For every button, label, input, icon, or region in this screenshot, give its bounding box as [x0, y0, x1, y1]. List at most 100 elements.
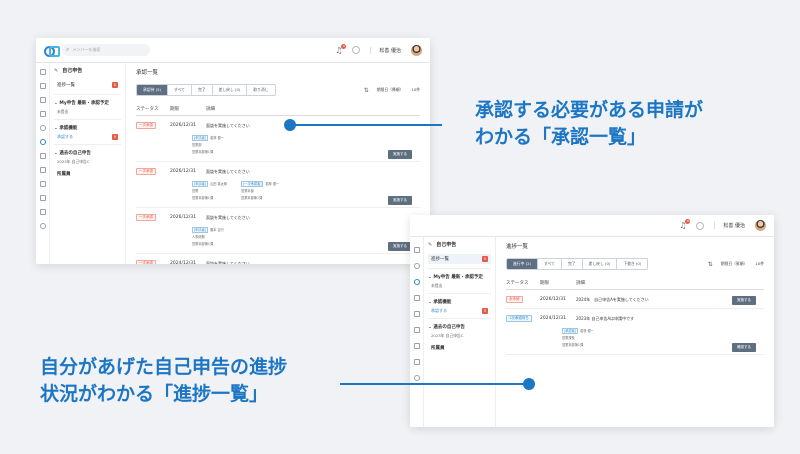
tab-all[interactable]: すべて [538, 259, 562, 269]
per-page-select[interactable]: 10件 [411, 87, 420, 93]
table-icon[interactable] [39, 167, 46, 173]
callout-line-bottom [340, 383, 530, 385]
users-icon[interactable] [413, 247, 420, 253]
help-icon[interactable] [696, 221, 705, 230]
table-icon[interactable] [413, 311, 420, 317]
tab-draft[interactable]: 下書き (0) [617, 259, 647, 269]
chat-icon[interactable] [39, 223, 46, 229]
self-report-icon[interactable] [413, 279, 420, 285]
edit-icon[interactable] [413, 343, 420, 349]
chevron-down-icon[interactable]: ⌄ My申告 最新・承認予定 [54, 100, 121, 106]
action-button[interactable]: 確認する [732, 343, 756, 352]
person-info: [申請者] 若林 優一 営業部 営業本部第1課 [192, 135, 224, 154]
sidebar: ✎ 自己申告 進捗一覧 5 ⌄ My申告 最新・承認予定 未提出 ⌄ 承認機能 承… [50, 63, 126, 264]
chat-icon[interactable] [413, 375, 420, 381]
list-icon[interactable] [39, 181, 46, 187]
search-nav-icon[interactable] [413, 263, 420, 269]
self-report-icon[interactable] [39, 139, 46, 145]
per-page-select[interactable]: 10件 [755, 261, 764, 267]
callout-line-top [290, 124, 442, 126]
document-icon[interactable] [39, 97, 46, 103]
sort-icon[interactable]: ⇅ [708, 261, 713, 268]
member-search-input[interactable]: ⌕ メンバーを検索 [62, 44, 150, 56]
chart-icon[interactable] [39, 111, 46, 117]
person-info: [申請者] 藤本 吉行 人事総務 営業本部第1課 [192, 227, 224, 246]
sidebar-past-sub[interactable]: 2023年 自己申告C [54, 159, 121, 165]
table-header: ステータス 期限 詳細 [136, 106, 420, 116]
avatar[interactable] [411, 44, 422, 56]
page-title: 承認一覧 [136, 70, 159, 76]
sidebar-my-sub[interactable]: 未提出 [54, 109, 121, 115]
edit-icon[interactable] [39, 195, 46, 201]
tab-in-progress[interactable]: 進行中 (2) [507, 259, 538, 269]
tab-cancelled[interactable]: 取り消し [247, 85, 274, 95]
alert-icon[interactable] [413, 359, 420, 365]
person-info: [一次承認者] 若林 優一 営業本部 営業本部第1課 [241, 181, 280, 200]
top-bar: ⌕ メンバーを検索 ♫ 6 松善 優治 [36, 38, 430, 63]
tab-returned[interactable]: 差し戻し (0) [213, 85, 248, 95]
sidebar-item-progress[interactable]: 進捗一覧 5 [54, 80, 121, 90]
tab-done[interactable]: 完了 [562, 259, 583, 269]
tab-done[interactable]: 完了 [192, 85, 213, 95]
status-badge: 一次承認 [136, 260, 156, 264]
bell-icon[interactable]: ♫ 6 [679, 219, 691, 230]
main-content: 進捗一覧 進行中 (2) すべて 完了 差し戻し (0) 下書き (0) ⇅ 期… [496, 237, 774, 427]
status-badge: 一次承認 [136, 122, 156, 129]
action-button[interactable]: 実施する [388, 150, 412, 159]
sidebar-my-sub[interactable]: 未提出 [428, 283, 491, 289]
callout-dot-top [284, 119, 296, 131]
sidebar-item-staff[interactable]: 所属員 [54, 171, 121, 177]
users-icon[interactable] [39, 83, 46, 89]
sidebar-section-my: ⌄ My申告 最新・承認予定 未提出 [54, 94, 121, 115]
status-badge: 1次承認待ち [506, 315, 532, 322]
sidebar-item-approve[interactable]: 承認する 5 [54, 134, 121, 140]
action-button[interactable]: 実施する [388, 196, 412, 205]
search-nav-icon[interactable] [39, 125, 46, 131]
org-icon[interactable] [39, 153, 46, 159]
icon-nav [410, 237, 424, 427]
due-date: 2026/12/31 [170, 215, 196, 220]
tab-returned[interactable]: 差し戻し (0) [583, 259, 618, 269]
sidebar-section-approve: ⌄ 承認機能 承認する 5 [428, 293, 491, 314]
table-header: ステータス 期限 詳細 [506, 280, 764, 290]
progress-badge: 5 [482, 256, 488, 262]
sidebar-past-sub[interactable]: 2023年 自己申告C [428, 333, 491, 339]
tab-pending[interactable]: 承認待 (5) [137, 85, 168, 95]
filter-tabs: 承認待 (5) すべて 完了 差し戻し (0) 取り消し [136, 84, 276, 96]
row-detail: 面談を実施してください [206, 168, 250, 174]
list-icon[interactable] [413, 327, 420, 333]
sidebar-section-past: ⌄ 過去の自己申告 2023年 自己申告C [54, 144, 121, 165]
table-row: 一次承認 2026/12/31 面談を実施してください [申請者] 若林 優一 営業部 営業… [136, 116, 420, 162]
bell-icon[interactable]: ♫ 6 [335, 43, 347, 55]
table-row: 一次承認 2026/12/31 面談を実施してください [申請者] 山田 真太郎 営業 営業… [136, 162, 420, 208]
org-icon[interactable] [413, 295, 420, 301]
help-icon[interactable] [352, 46, 361, 54]
table-body: 未申請 2026/12/31 2024年 自己申告Aを実施してください 実施する 1次承… [506, 290, 764, 355]
sidebar-section-approve: ⌄ 承認機能 承認する 5 [54, 119, 121, 140]
sort-select[interactable]: 期限日（昇順） [721, 261, 748, 267]
page-title: 進捗一覧 [506, 244, 529, 250]
alert-icon[interactable] [39, 209, 46, 215]
action-button[interactable]: 実施する [388, 242, 412, 251]
sidebar-item-staff[interactable]: 所属員 [428, 345, 491, 351]
status-badge: 一次承認 [136, 214, 156, 221]
sort-select[interactable]: 期限日（降順） [377, 87, 404, 93]
row-detail: 面談を実施してください [206, 214, 250, 220]
user-name[interactable]: 松善 優治 [714, 222, 745, 229]
avatar[interactable] [755, 220, 766, 231]
progress-badge: 5 [112, 82, 118, 88]
row-detail: 2024年 自己申告Aを実施してください [576, 296, 649, 302]
sort-icon[interactable]: ⇅ [364, 87, 369, 94]
action-button[interactable]: 実施する [732, 296, 756, 305]
approval-list-window: ⌕ メンバーを検索 ♫ 6 松善 優治 ✎ 自己申告 進捗一覧 5 ⌄ My申告… [36, 38, 430, 264]
app-logo-icon[interactable] [44, 44, 60, 57]
sidebar-item-progress[interactable]: 進捗一覧 5 [428, 254, 491, 264]
sidebar-section-my: ⌄ My申告 最新・承認予定 未提出 [428, 268, 491, 289]
sidebar-item-approve[interactable]: 承認する 5 [428, 308, 491, 314]
due-date: 2024/12/31 [540, 316, 566, 321]
person-info: [申請者] 山田 真太郎 営業 営業本部第1課 [192, 181, 228, 200]
table-row: 一次承認 2026/12/31 面談を実施してください [申請者] 藤本 吉行 人事総務営… [136, 208, 420, 254]
user-name[interactable]: 松善 優治 [370, 46, 401, 54]
home-icon[interactable] [39, 69, 46, 75]
tab-all[interactable]: すべて [168, 85, 192, 95]
